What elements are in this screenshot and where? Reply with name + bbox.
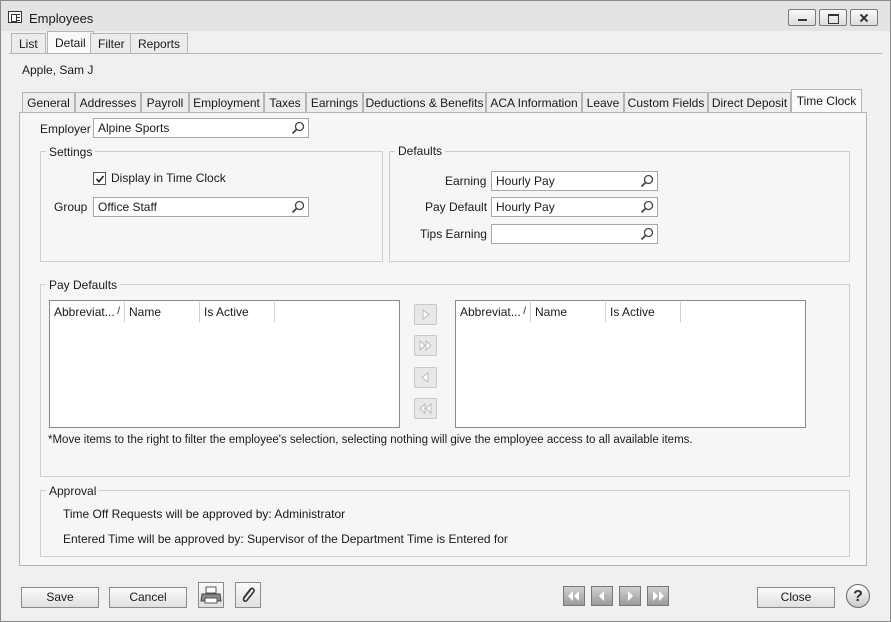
tips-earning-field[interactable]	[491, 224, 658, 244]
checkmark-icon	[95, 175, 105, 183]
sort-icon: /	[523, 306, 526, 317]
group-label: Group	[54, 200, 88, 214]
previous-record-icon	[599, 591, 604, 601]
magnifier-icon[interactable]	[640, 200, 654, 214]
column-abbreviation-label: Abbreviat...	[460, 305, 521, 319]
earning-label: Earning	[445, 174, 487, 188]
tab-divider	[9, 53, 882, 54]
earning-field[interactable]: Hourly Pay	[491, 171, 658, 191]
defaults-title: Defaults	[395, 144, 446, 158]
print-button[interactable]	[198, 582, 224, 608]
display-in-time-clock-checkbox[interactable]	[93, 172, 106, 185]
help-icon[interactable]: ?	[846, 584, 870, 608]
employees-window: Employees List Detail Filter Reports App…	[0, 0, 891, 622]
employer-value: Alpine Sports	[98, 121, 170, 135]
pay-default-field[interactable]: Hourly Pay	[491, 197, 658, 217]
tab-detail[interactable]: Detail	[47, 31, 94, 53]
entered-time-approver: Entered Time will be approved by: Superv…	[63, 532, 508, 546]
column-abbreviation-label: Abbreviat...	[54, 305, 115, 319]
attach-button[interactable]	[235, 582, 261, 608]
time-off-approver: Time Off Requests will be approved by: A…	[63, 507, 346, 521]
tab-leave[interactable]: Leave	[582, 92, 624, 113]
tab-payroll[interactable]: Payroll	[141, 92, 189, 113]
employee-name: Apple, Sam J	[22, 63, 94, 77]
close-button[interactable]: Close	[757, 587, 835, 608]
move-left-button[interactable]	[414, 367, 437, 388]
column-name[interactable]: Name	[531, 302, 606, 322]
tab-filter[interactable]: Filter	[90, 33, 133, 53]
column-is-active[interactable]: Is Active	[606, 302, 681, 322]
previous-record-button[interactable]	[591, 586, 613, 606]
save-button[interactable]: Save	[21, 587, 99, 608]
printer-icon	[200, 586, 222, 604]
last-record-icon	[653, 591, 664, 601]
pay-default-label: Pay Default	[425, 200, 488, 214]
approval-group	[40, 490, 850, 557]
column-abbreviation[interactable]: Abbreviat... /	[50, 302, 125, 322]
tab-aca-information[interactable]: ACA Information	[486, 92, 582, 113]
employer-field[interactable]: Alpine Sports	[93, 118, 309, 138]
first-record-button[interactable]	[563, 586, 585, 606]
tab-deductions-benefits[interactable]: Deductions & Benefits	[363, 92, 486, 113]
employees-app-icon	[8, 11, 22, 23]
magnifier-icon[interactable]	[640, 227, 654, 241]
double-arrow-right-icon	[419, 339, 432, 352]
cancel-button[interactable]: Cancel	[109, 587, 187, 608]
move-right-button[interactable]	[414, 304, 437, 325]
settings-title: Settings	[46, 145, 96, 159]
approval-title: Approval	[46, 484, 100, 498]
column-abbreviation[interactable]: Abbreviat... /	[456, 302, 531, 322]
employer-label: Employer	[40, 122, 91, 136]
move-all-right-button[interactable]	[414, 335, 437, 356]
tab-direct-deposit[interactable]: Direct Deposit	[708, 92, 791, 113]
paperclip-icon	[242, 587, 255, 603]
next-record-icon	[628, 591, 633, 601]
magnifier-icon[interactable]	[291, 200, 305, 214]
double-arrow-left-icon	[419, 402, 432, 415]
first-record-icon	[568, 591, 579, 601]
tab-time-clock[interactable]: Time Clock	[791, 89, 862, 113]
available-items-list[interactable]: Abbreviat... / Name Is Active	[49, 300, 400, 428]
close-window-button[interactable]	[850, 9, 878, 26]
earning-value: Hourly Pay	[496, 174, 555, 188]
next-record-button[interactable]	[619, 586, 641, 606]
group-field[interactable]: Office Staff	[93, 197, 309, 217]
column-name[interactable]: Name	[125, 302, 200, 322]
tab-general[interactable]: General	[22, 92, 75, 113]
magnifier-icon[interactable]	[640, 174, 654, 188]
tab-custom-fields[interactable]: Custom Fields	[624, 92, 708, 113]
tab-addresses[interactable]: Addresses	[75, 92, 141, 113]
pay-defaults-title: Pay Defaults	[46, 278, 121, 292]
title-bar: Employees	[1, 1, 890, 31]
tab-earnings[interactable]: Earnings	[306, 92, 363, 113]
minimize-button[interactable]	[788, 9, 816, 26]
group-value: Office Staff	[98, 200, 157, 214]
pay-defaults-note: *Move items to the right to filter the e…	[48, 434, 693, 446]
tips-earning-label: Tips Earning	[420, 227, 487, 241]
pay-default-value: Hourly Pay	[496, 200, 555, 214]
arrow-right-icon	[422, 309, 430, 320]
move-all-left-button[interactable]	[414, 398, 437, 419]
magnifier-icon[interactable]	[291, 121, 305, 135]
selected-items-list[interactable]: Abbreviat... / Name Is Active	[455, 300, 806, 428]
tab-list[interactable]: List	[11, 33, 46, 53]
tab-employment[interactable]: Employment	[189, 92, 264, 113]
maximize-button[interactable]	[819, 9, 847, 26]
arrow-left-icon	[421, 372, 429, 383]
time-clock-panel: Employer Alpine Sports Settings Display …	[19, 112, 867, 566]
sort-icon: /	[117, 306, 120, 317]
last-record-button[interactable]	[647, 586, 669, 606]
window-title: Employees	[29, 11, 94, 26]
display-in-time-clock-label: Display in Time Clock	[111, 171, 226, 185]
tab-reports[interactable]: Reports	[130, 33, 189, 53]
column-is-active[interactable]: Is Active	[200, 302, 275, 322]
tab-taxes[interactable]: Taxes	[264, 92, 306, 113]
